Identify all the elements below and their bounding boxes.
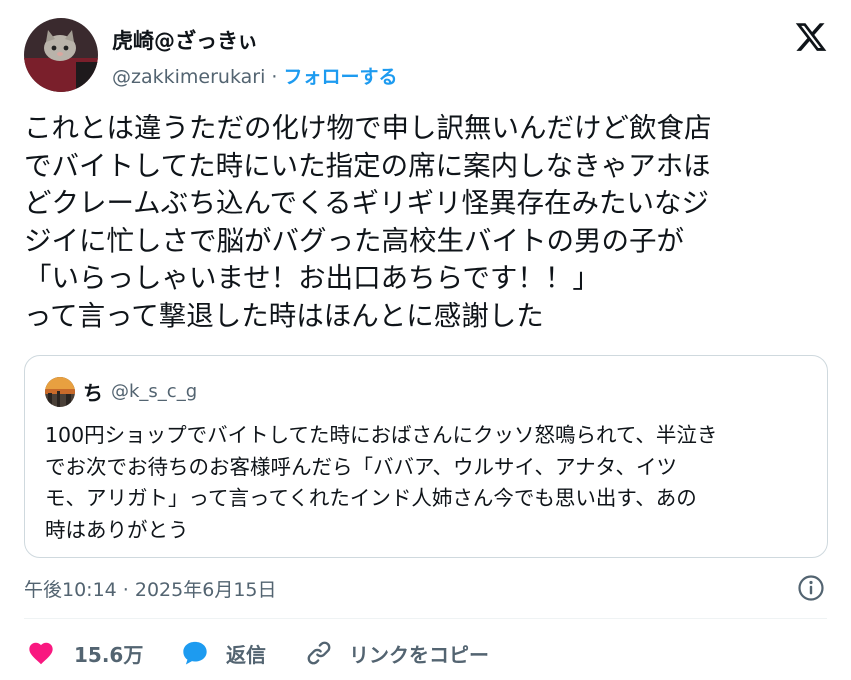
divider — [24, 618, 827, 619]
tweet-text-line: 「いらっしゃいませ！お出口あちらです！！」 — [24, 262, 600, 295]
quoted-text-line: 時はありがとう — [45, 518, 189, 543]
quoted-handle[interactable]: @k_s_c_g — [111, 381, 197, 402]
link-icon — [307, 641, 331, 665]
quoted-display-name[interactable]: ち — [83, 377, 103, 406]
copy-link-button[interactable]: リンクをコピー — [305, 636, 489, 670]
tweet-text-line: でバイトしてた時にいた指定の席に案内しなきゃアホほ — [24, 149, 711, 182]
follow-button[interactable]: フォローする — [283, 66, 397, 88]
x-logo-icon[interactable] — [793, 20, 829, 54]
reply-label: 返信 — [226, 642, 266, 667]
author-avatar-image — [24, 18, 98, 92]
quoted-text-line: モ、アリガト」って言ってくれたインド人姉さん今でも思い出す、あの — [45, 486, 697, 511]
info-icon[interactable] — [796, 573, 826, 603]
quoted-author-avatar[interactable] — [45, 377, 75, 407]
reply-button[interactable]: 返信 — [180, 636, 266, 670]
heart-icon — [29, 642, 53, 665]
quoted-text-line: でお次でお待ちのお客様呼んだら「ババア、ウルサイ、アナタ、イツ — [45, 454, 678, 479]
speech-bubble-icon — [183, 641, 207, 665]
tweet-text-line: どクレームぶち込んでくるギリギリ怪異存在みたいなジ — [24, 187, 710, 220]
tweet-text-line: これとは違うただの化け物で申し訳無いんだけど飲食店 — [24, 112, 712, 144]
handle-separator: · — [265, 66, 284, 88]
quoted-text-line: 100円ショップでバイトしてた時におばさんにクッソ怒鳴られて、半泣き — [45, 423, 718, 447]
like-count: 15.6万 — [74, 642, 144, 667]
tweet-timestamp[interactable]: 午後10:14 · 2025年6月15日 — [24, 575, 277, 602]
copy-link-label: リンクをコピー — [349, 642, 489, 667]
quoted-tweet-text: 100円ショップでバイトしてた時におばさんにクッソ怒鳴られて、半泣き でお次でお… — [45, 420, 815, 547]
author-handle[interactable]: @zakkimerukari — [112, 66, 265, 88]
like-button[interactable]: 15.6万 — [26, 636, 143, 670]
quoted-tweet-card[interactable]: ち @k_s_c_g 100円ショップでバイトしてた時におばさんにクッソ怒鳴られ… — [24, 355, 828, 558]
tweet-text-line: って言って撃退した時はほんとに感謝した — [24, 299, 544, 332]
author-display-name[interactable]: 虎崎@ざっきぃ — [112, 25, 258, 55]
author-avatar[interactable] — [24, 18, 98, 92]
tweet-text-line: ジイに忙しさで脳がバグった高校生バイトの男の子が — [24, 224, 684, 257]
tweet-text: これとは違うただの化け物で申し訳無いんだけど飲食店 でバイトしてた時にいた指定の… — [24, 110, 824, 336]
quoted-avatar-image — [45, 377, 75, 407]
author-handle-line: @zakkimerukari · フォローする — [112, 62, 398, 89]
